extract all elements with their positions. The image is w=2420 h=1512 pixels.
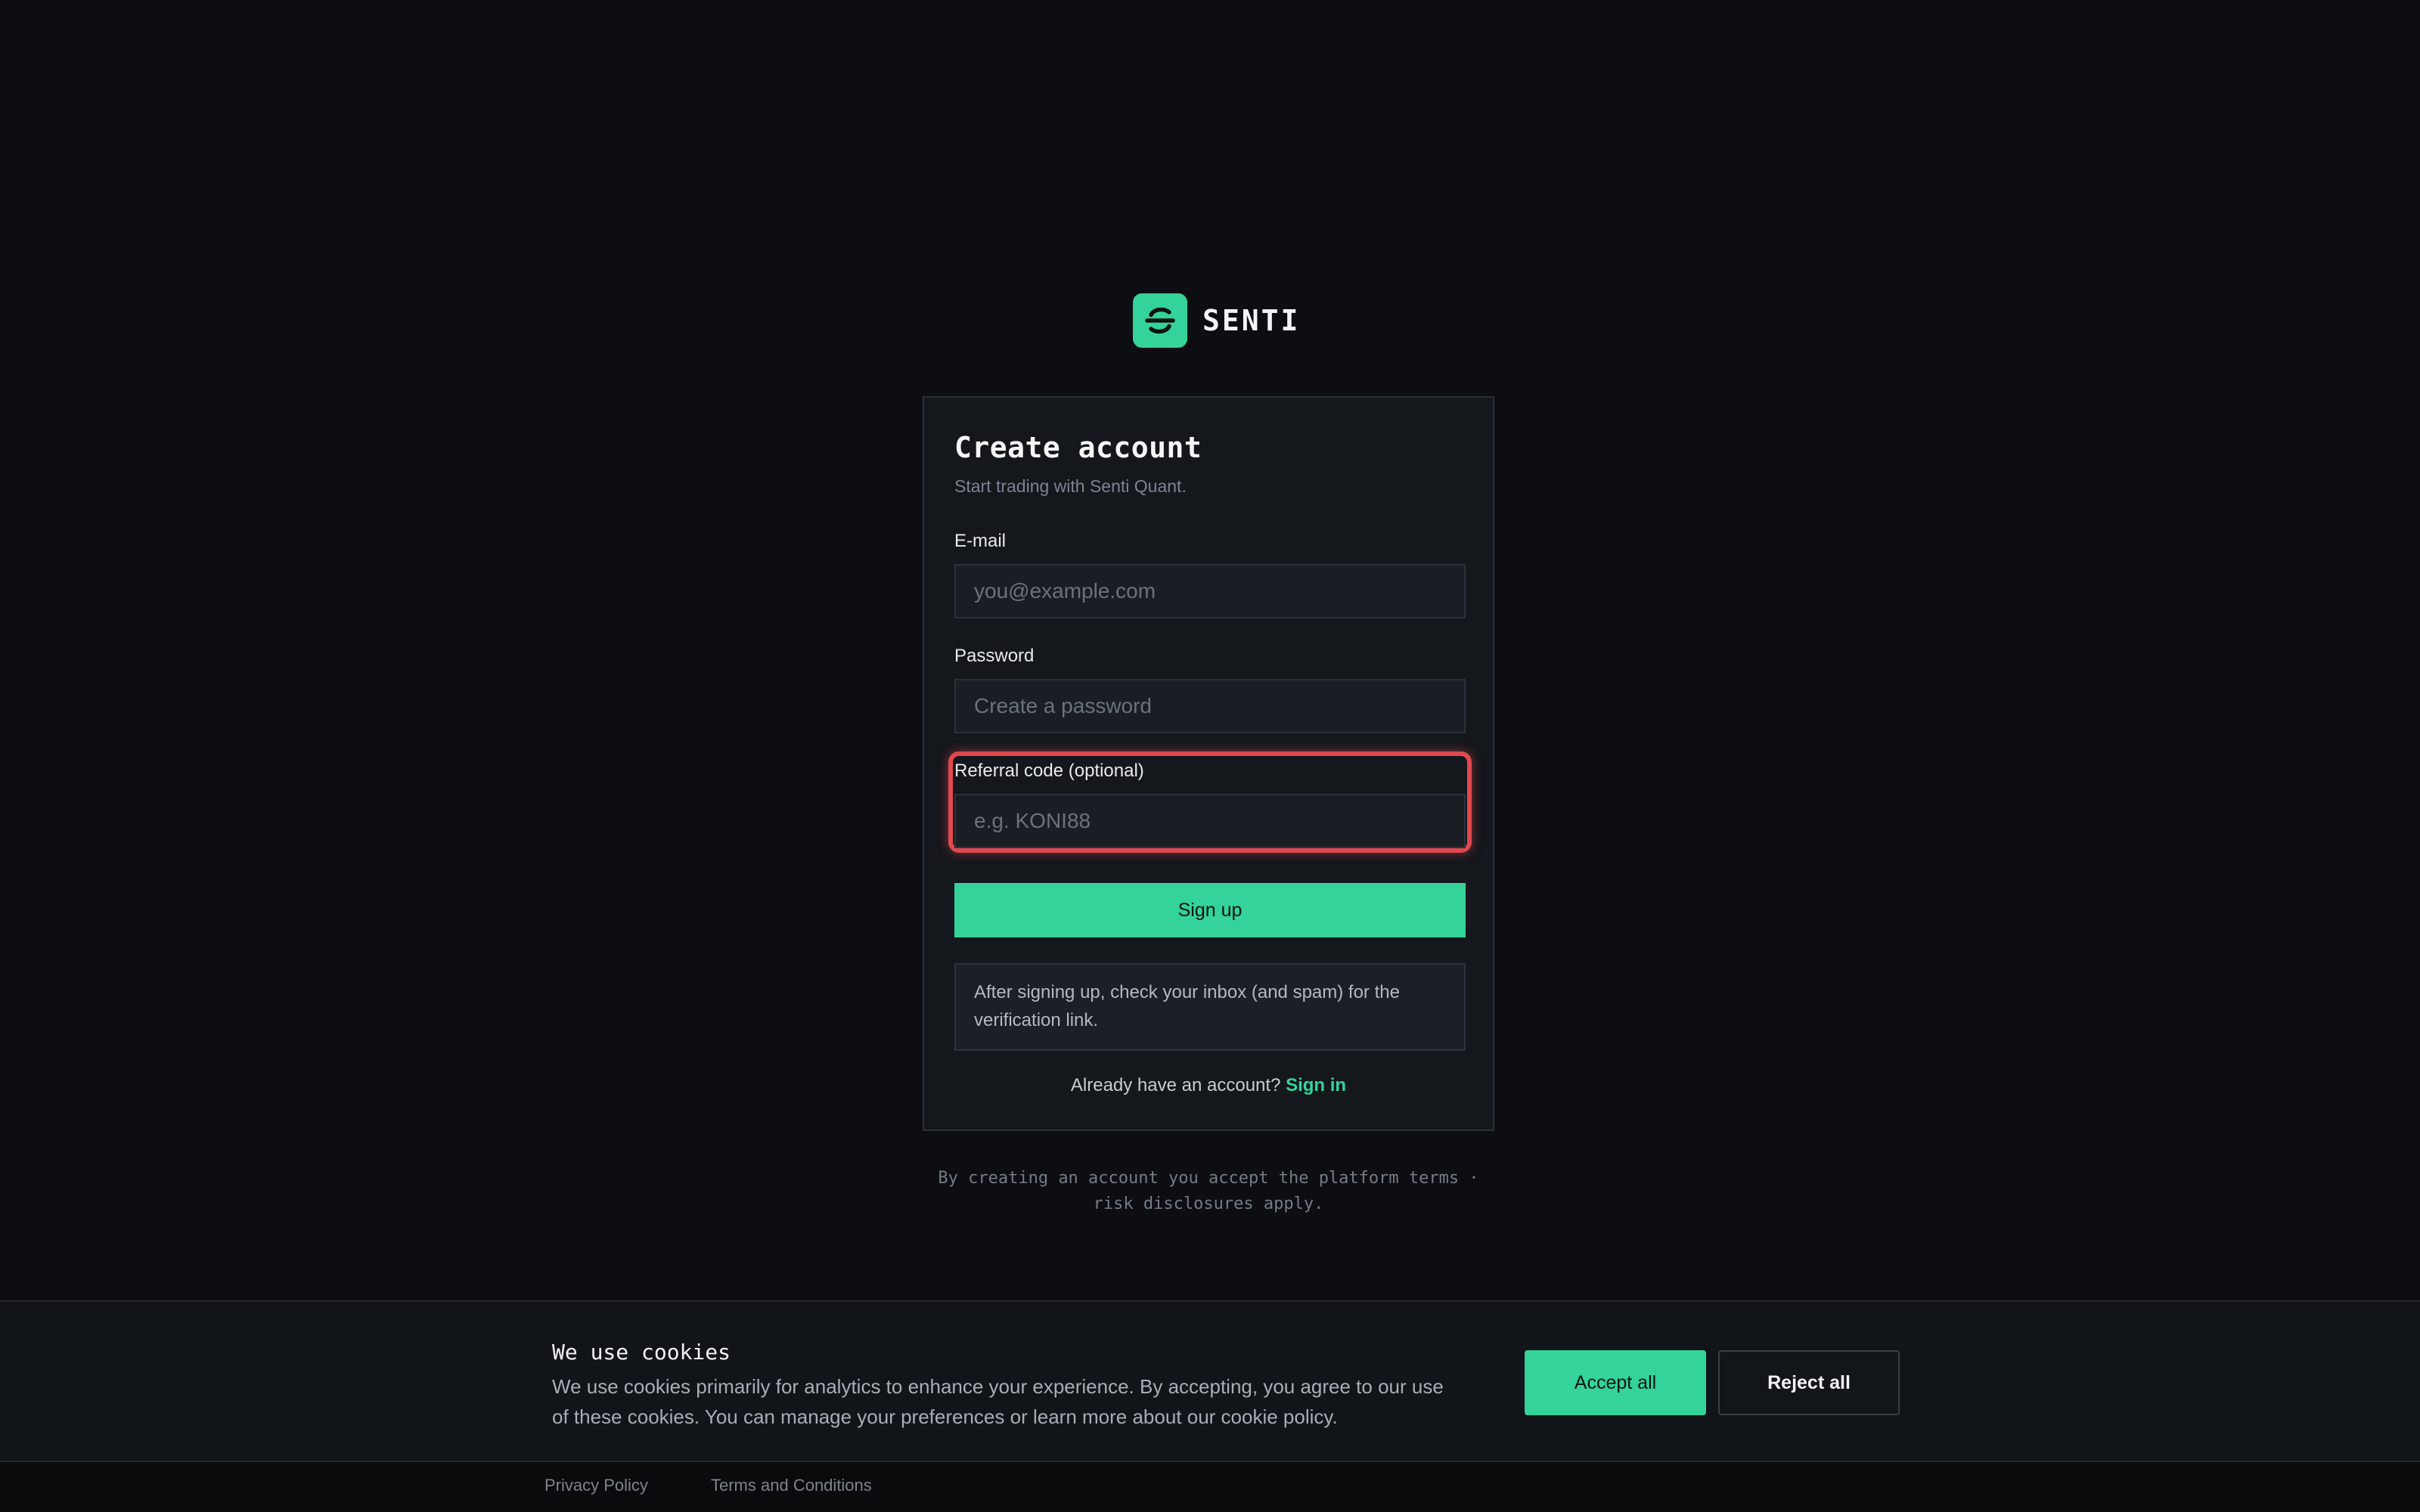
referral-label: Referral code (optional) — [954, 761, 1144, 781]
email-label: E-mail — [954, 531, 1007, 551]
brand-name: SENTI — [1202, 304, 1301, 337]
cookie-title: We use cookies — [552, 1340, 731, 1365]
terms-disclaimer: By creating an account you accept the pl… — [923, 1166, 1494, 1217]
page-title: Create account — [954, 431, 1202, 464]
terms-and-conditions-link[interactable]: Terms and Conditions — [711, 1476, 872, 1495]
signin-prompt: Already have an account? — [1070, 1075, 1281, 1095]
referral-code-field[interactable] — [954, 794, 1466, 848]
password-field[interactable] — [954, 679, 1466, 733]
accept-all-button[interactable]: Accept all — [1525, 1350, 1706, 1415]
cookie-banner: We use cookies We use cookies primarily … — [0, 1300, 2420, 1462]
cookie-description: We use cookies primarily for analytics t… — [552, 1375, 1444, 1428]
senti-s-logo-icon — [1133, 293, 1187, 348]
brand: SENTI — [1133, 293, 1300, 348]
signup-card: Create account Start trading with Senti … — [923, 396, 1494, 1131]
verification-notice: After signing up, check your inbox (and … — [954, 963, 1466, 1051]
footer: Privacy Policy Terms and Conditions — [0, 1462, 2420, 1512]
email-field[interactable] — [954, 564, 1466, 618]
password-label: Password — [954, 646, 1035, 666]
privacy-policy-link[interactable]: Privacy Policy — [544, 1476, 648, 1495]
page-subtitle: Start trading with Senti Quant. — [954, 476, 1187, 496]
terms-line-2: risk disclosures apply. — [1093, 1194, 1324, 1213]
sign-in-link[interactable]: Sign in — [1286, 1075, 1346, 1095]
reject-all-button[interactable]: Reject all — [1718, 1350, 1900, 1415]
terms-line-1: By creating an account you accept the pl… — [938, 1169, 1479, 1188]
sign-up-button[interactable]: Sign up — [954, 883, 1466, 937]
signin-prompt-row: Already have an account? Sign in — [924, 1075, 1493, 1096]
